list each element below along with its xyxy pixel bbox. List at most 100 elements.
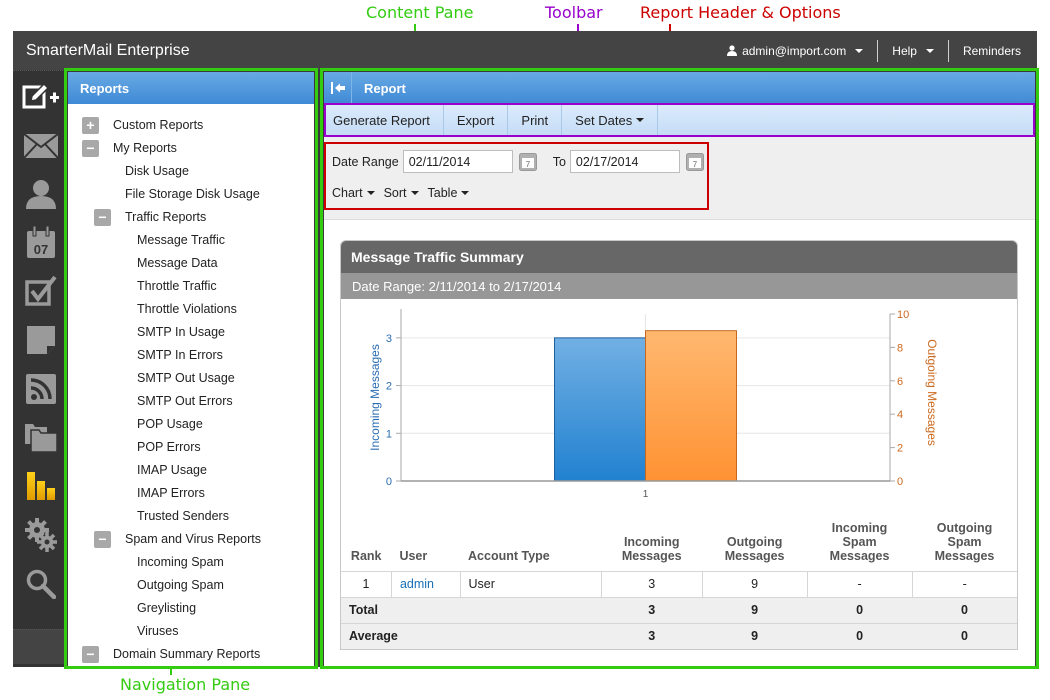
sort-dropdown[interactable]: Sort bbox=[384, 186, 419, 200]
nav-item[interactable]: POP Usage bbox=[137, 415, 203, 433]
cell-incoming-spam: - bbox=[806, 570, 913, 597]
nav-item[interactable]: File Storage Disk Usage bbox=[125, 185, 260, 203]
nav-item[interactable]: SMTP In Usage bbox=[137, 323, 225, 341]
reports-icon[interactable] bbox=[21, 468, 61, 504]
nav-item[interactable]: Message Data bbox=[137, 254, 218, 272]
rss-icon[interactable] bbox=[21, 371, 61, 407]
help-menu[interactable]: Help bbox=[878, 40, 948, 62]
table-dropdown[interactable]: Table bbox=[428, 186, 470, 200]
nav-item[interactable]: SMTP Out Usage bbox=[137, 369, 235, 387]
nav-item[interactable]: IMAP Usage bbox=[137, 461, 207, 479]
nav-item-label: IMAP Usage bbox=[137, 463, 207, 477]
nav-item[interactable]: SMTP In Errors bbox=[137, 346, 223, 364]
collapse-icon[interactable]: − bbox=[82, 139, 99, 157]
column-header-outgoing-spam[interactable]: Outgoing Spam Messages bbox=[912, 509, 1017, 571]
nav-item[interactable]: IMAP Errors bbox=[137, 484, 205, 502]
column-header-incoming-spam[interactable]: Incoming Spam Messages bbox=[807, 509, 912, 571]
user-menu[interactable]: admin@import.com bbox=[713, 40, 877, 62]
top-bar: SmarterMail Enterprise admin@import.com … bbox=[13, 31, 1037, 70]
end-date-input[interactable] bbox=[569, 150, 680, 173]
nav-item-label: Trusted Senders bbox=[137, 509, 229, 523]
nav-item[interactable]: − Domain Summary Reports bbox=[82, 645, 260, 663]
total-incoming: 3 bbox=[601, 596, 703, 623]
table-header-row: Rank User Account Type Incoming Messages Out… bbox=[341, 509, 1017, 571]
content-pane-title: Report bbox=[364, 80, 406, 96]
chevron-down-icon bbox=[636, 118, 645, 122]
set-dates-dropdown[interactable]: Set Dates bbox=[562, 104, 659, 136]
generate-report-button[interactable]: Generate Report bbox=[324, 104, 444, 136]
nav-item-label: Throttle Traffic bbox=[137, 279, 217, 293]
callout-navigation-pane: Navigation Pane bbox=[120, 675, 251, 694]
column-header-incoming[interactable]: Incoming Messages bbox=[601, 509, 702, 571]
to-label: To bbox=[552, 154, 566, 169]
date-range-label: Date Range bbox=[332, 154, 399, 169]
search-icon[interactable] bbox=[21, 566, 61, 602]
callout-content-pane: Content Pane bbox=[366, 3, 474, 22]
nav-item[interactable]: Greylisting bbox=[137, 599, 196, 617]
right-tick-label: 2 bbox=[897, 443, 903, 455]
column-header-user[interactable]: User bbox=[391, 509, 460, 571]
help-label: Help bbox=[892, 43, 917, 58]
collapse-icon[interactable]: − bbox=[82, 645, 99, 663]
svg-text:7: 7 bbox=[525, 160, 530, 169]
total-outgoing: 9 bbox=[702, 596, 808, 623]
nav-item[interactable]: Disk Usage bbox=[125, 162, 189, 180]
files-icon[interactable] bbox=[21, 420, 61, 456]
collapse-icon[interactable]: − bbox=[94, 208, 111, 226]
nav-item-label: POP Errors bbox=[137, 440, 201, 454]
mail-icon[interactable] bbox=[21, 128, 61, 164]
nav-item[interactable]: Outgoing Spam bbox=[137, 576, 224, 594]
nav-item[interactable]: Message Traffic bbox=[137, 231, 225, 249]
column-header-outgoing[interactable]: Outgoing Messages bbox=[702, 509, 807, 571]
collapse-icon[interactable]: − bbox=[94, 530, 111, 548]
calendar-icon[interactable]: 07 bbox=[21, 224, 61, 260]
start-date-picker-icon[interactable]: 7 bbox=[518, 152, 537, 171]
nav-item-label: Spam and Virus Reports bbox=[125, 532, 261, 546]
nav-item[interactable]: − Spam and Virus Reports bbox=[94, 530, 261, 548]
nav-item[interactable]: Viruses bbox=[137, 622, 178, 640]
right-tick-label: 8 bbox=[897, 342, 903, 354]
nav-item[interactable]: POP Errors bbox=[137, 438, 201, 456]
nav-pane-header: Reports bbox=[68, 72, 314, 104]
report-options: Date Range 7 To 7 Chart Sort Table bbox=[324, 136, 1035, 220]
user-link[interactable]: admin bbox=[400, 577, 434, 591]
nav-item[interactable]: Incoming Spam bbox=[137, 553, 224, 571]
nav-item-label: File Storage Disk Usage bbox=[125, 187, 260, 201]
right-tick-label: 4 bbox=[897, 409, 903, 421]
left-tick-label: 1 bbox=[386, 428, 392, 440]
right-tick-label: 6 bbox=[897, 376, 903, 388]
nav-item-label: Throttle Violations bbox=[137, 302, 237, 316]
nav-item[interactable]: SMTP Out Errors bbox=[137, 392, 233, 410]
column-header-rank[interactable]: Rank bbox=[341, 509, 391, 571]
nav-item[interactable]: Throttle Traffic bbox=[137, 277, 217, 295]
settings-icon[interactable] bbox=[21, 517, 61, 553]
collapse-pane-button[interactable] bbox=[324, 72, 352, 104]
report-card: Message Traffic Summary Date Range: 2/11… bbox=[340, 240, 1018, 650]
export-button[interactable]: Export bbox=[444, 104, 509, 136]
reminders-link[interactable]: Reminders bbox=[949, 40, 1021, 62]
contacts-icon[interactable] bbox=[21, 176, 61, 212]
nav-item-label: SMTP In Usage bbox=[137, 325, 226, 339]
tasks-icon[interactable] bbox=[21, 273, 61, 309]
start-date-input[interactable] bbox=[402, 150, 513, 173]
collapse-left-icon bbox=[330, 82, 345, 94]
notes-icon[interactable] bbox=[21, 322, 61, 358]
column-header-account-type[interactable]: Account Type bbox=[460, 509, 601, 571]
nav-pane-title: Reports bbox=[80, 80, 130, 96]
nav-item-label: Disk Usage bbox=[125, 164, 189, 178]
chart-dropdown[interactable]: Chart bbox=[332, 186, 375, 200]
nav-item[interactable]: − My Reports bbox=[82, 139, 177, 157]
expand-icon[interactable]: + bbox=[82, 116, 99, 134]
nav-item[interactable]: Trusted Senders bbox=[137, 507, 229, 525]
nav-item[interactable]: + Custom Reports bbox=[82, 116, 203, 134]
end-date-picker-icon[interactable]: 7 bbox=[685, 152, 704, 171]
right-tick-label: 0 bbox=[897, 476, 903, 488]
nav-item[interactable]: Throttle Violations bbox=[137, 300, 237, 318]
nav-item-label: Greylisting bbox=[137, 601, 197, 615]
print-button[interactable]: Print bbox=[508, 104, 563, 136]
rail-footer bbox=[13, 629, 67, 664]
cell-outgoing-spam: - bbox=[911, 570, 1017, 597]
report-date-range: Date Range: 2/11/2014 to 2/17/2014 bbox=[341, 273, 1017, 299]
nav-item[interactable]: − Traffic Reports bbox=[94, 208, 206, 226]
compose-icon[interactable] bbox=[21, 79, 61, 115]
